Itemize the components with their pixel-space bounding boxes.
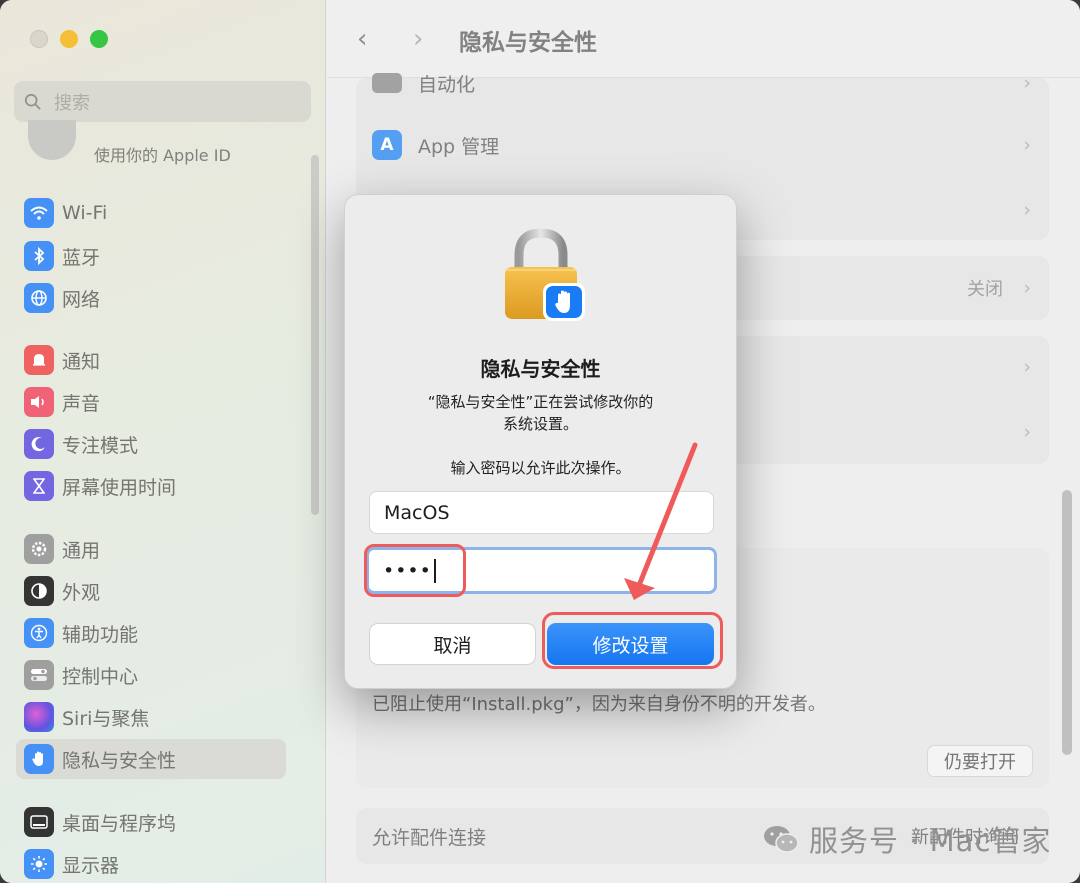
system-settings-window: 搜索 使用你的 Apple ID Wi-Fi 蓝牙 网络 通知 声音 专注模式 … bbox=[0, 0, 1080, 883]
annotation-arrow-icon bbox=[624, 442, 698, 600]
